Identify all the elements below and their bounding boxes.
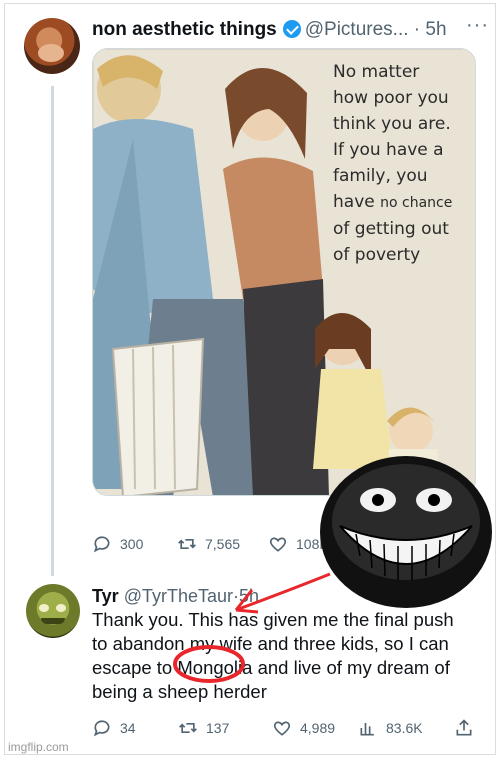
verified-badge-icon — [282, 20, 301, 38]
watermark-text: imgflip.com — [8, 740, 69, 754]
troll-face-icon — [320, 456, 492, 608]
reply-line: Thank you. This has given me the final p… — [92, 609, 454, 630]
reply-reply-count: 34 — [120, 720, 136, 736]
reply-retweet-action[interactable]: 137 — [178, 718, 229, 738]
retweet-action[interactable]: 7,565 — [177, 534, 240, 554]
reply-time[interactable]: 5h — [239, 586, 259, 606]
views-count: 83.6K — [386, 720, 423, 736]
share-icon — [456, 719, 472, 736]
caption-line: If you have a — [333, 140, 444, 160]
reply-author-avatar[interactable] — [26, 584, 80, 638]
tweet-header: non aesthetic things @Pictures... · 5h — [92, 18, 447, 42]
reply-line: being a sheep herder — [92, 681, 267, 702]
header-separator: · — [413, 19, 421, 40]
reply-like-action[interactable]: 4,989 — [272, 718, 335, 738]
tweet-time[interactable]: 5h — [425, 19, 446, 40]
reply-line: to abandon my wife and three kids, so I … — [92, 633, 449, 654]
author-name[interactable]: non aesthetic things — [92, 19, 277, 40]
caption-line: how poor you — [333, 88, 449, 108]
tweet-image[interactable]: No matter how poor you think you are. If… — [92, 48, 476, 496]
retweet-icon — [179, 723, 197, 733]
reply-text: Thank you. This has given me the final p… — [92, 608, 482, 704]
reply-author-name[interactable]: Tyr — [92, 586, 119, 606]
caption-line: of getting out — [333, 219, 449, 239]
like-icon — [269, 537, 287, 552]
reply-header: Tyr @TyrTheTaur·5h — [92, 584, 259, 608]
share-action[interactable] — [454, 718, 474, 738]
caption-line: think you are. — [333, 114, 451, 134]
retweet-icon — [178, 539, 196, 549]
reply-icon — [93, 536, 110, 553]
image-caption: No matter how poor you think you are. If… — [333, 59, 473, 268]
caption-line: family, you — [333, 166, 428, 186]
like-icon — [273, 721, 291, 736]
reply-count: 300 — [120, 536, 144, 552]
author-avatar[interactable] — [24, 18, 80, 74]
caption-word: have — [333, 192, 375, 212]
reply-action[interactable]: 300 — [92, 534, 143, 554]
author-handle[interactable]: @Pictures... — [305, 19, 409, 40]
reply-reply-action[interactable]: 34 — [92, 718, 136, 738]
caption-small-text: no chance — [380, 195, 453, 211]
views-icon — [360, 723, 374, 736]
reply-author-handle[interactable]: @TyrTheTaur — [124, 586, 233, 606]
reply-line: escape to Mongolia and live of my dream … — [92, 657, 450, 678]
reply-retweet-count: 137 — [206, 720, 230, 736]
caption-line: No matter — [333, 62, 420, 82]
retweet-count: 7,565 — [205, 536, 241, 552]
reply-icon — [93, 720, 110, 737]
caption-line: have no chance — [333, 189, 473, 216]
more-options-icon[interactable]: ··· — [466, 14, 489, 37]
views-action[interactable]: 83.6K — [358, 718, 423, 738]
reply-like-count: 4,989 — [300, 720, 336, 736]
caption-line: of poverty — [333, 245, 421, 265]
thread-connector-line — [51, 86, 54, 576]
